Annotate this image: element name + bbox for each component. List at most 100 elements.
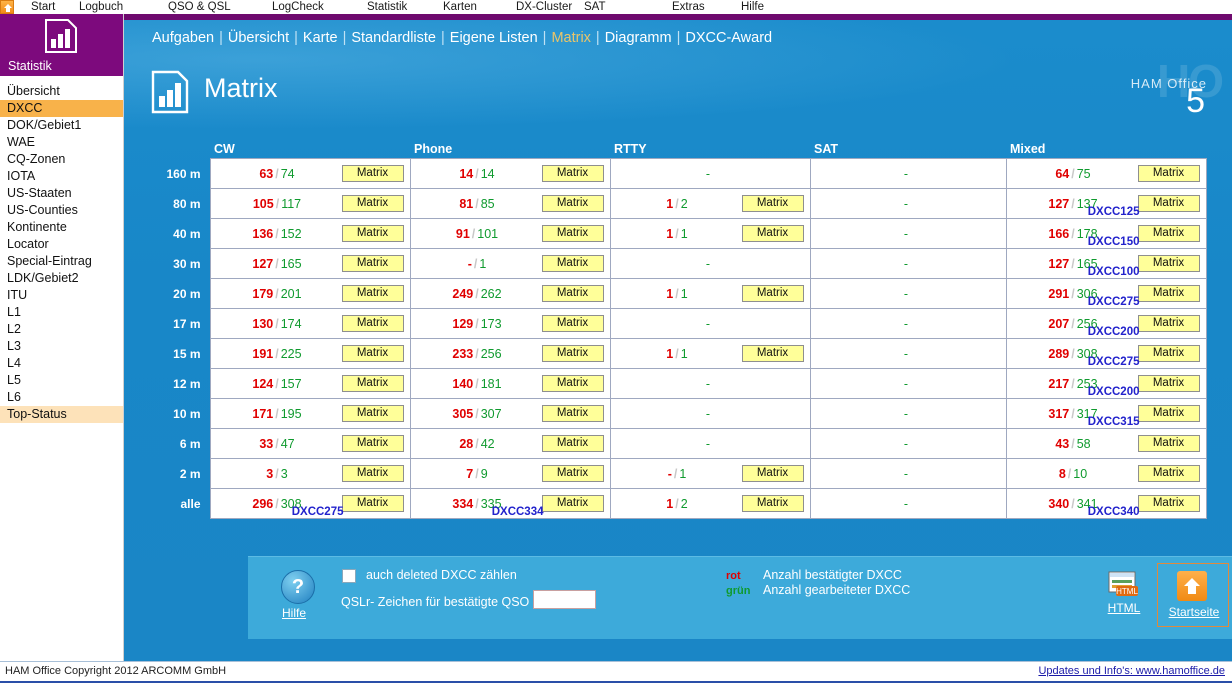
sidebar-item-wae[interactable]: WAE [0, 134, 123, 151]
menu-item-logbuch[interactable]: Logbuch [79, 0, 123, 14]
matrix-detail-button[interactable]: Matrix [1137, 375, 1200, 392]
html-export-label[interactable]: HTML [1106, 601, 1142, 615]
sidebar-item-special-eintrag[interactable]: Special-Eintrag [0, 253, 123, 270]
matrix-detail-button[interactable]: Matrix [1137, 255, 1200, 272]
menu-item-extras[interactable]: Extras [672, 0, 705, 14]
nav-link-standardliste[interactable]: Standardliste [351, 30, 436, 46]
matrix-detail-button[interactable]: Matrix [741, 225, 804, 242]
sidebar-item-bersicht[interactable]: Übersicht [0, 83, 123, 100]
sidebar-item-iota[interactable]: IOTA [0, 168, 123, 185]
matrix-detail-button[interactable]: Matrix [341, 285, 404, 302]
nav-link-bersicht[interactable]: Übersicht [228, 30, 289, 46]
matrix-detail-button[interactable]: Matrix [1137, 465, 1200, 482]
menu-item-logcheck[interactable]: LogCheck [272, 0, 324, 14]
sidebar-item-us-counties[interactable]: US-Counties [0, 202, 123, 219]
matrix-detail-button[interactable]: Matrix [541, 435, 604, 452]
matrix-detail-button[interactable]: Matrix [1137, 495, 1200, 512]
menu-item-start[interactable]: Start [31, 0, 55, 14]
matrix-value-separator: / [675, 286, 679, 301]
matrix-detail-button[interactable]: Matrix [1137, 315, 1200, 332]
matrix-detail-button[interactable]: Matrix [541, 375, 604, 392]
matrix-detail-button[interactable]: Matrix [341, 255, 404, 272]
sidebar-item-l4[interactable]: L4 [0, 355, 123, 372]
matrix-detail-button[interactable]: Matrix [341, 405, 404, 422]
nav-link-diagramm[interactable]: Diagramm [605, 30, 672, 46]
matrix-detail-button[interactable]: Matrix [741, 345, 804, 362]
matrix-detail-button[interactable]: Matrix [1137, 285, 1200, 302]
matrix-detail-button[interactable]: Matrix [341, 195, 404, 212]
matrix-detail-button[interactable]: Matrix [741, 285, 804, 302]
nav-link-dxcc-award[interactable]: DXCC-Award [685, 30, 772, 46]
qsl-char-input[interactable] [533, 590, 596, 609]
matrix-detail-button[interactable]: Matrix [1137, 405, 1200, 422]
help-label[interactable]: Hilfe [282, 606, 306, 620]
home-icon[interactable] [0, 0, 14, 14]
matrix-row-header-6m: 6 m [179, 436, 201, 451]
startseite-button[interactable]: Startseite [1157, 563, 1229, 627]
matrix-detail-button[interactable]: Matrix [741, 465, 804, 482]
matrix-cell-values: - [817, 437, 1000, 451]
matrix-detail-button[interactable]: Matrix [341, 225, 404, 242]
matrix-detail-button[interactable]: Matrix [341, 315, 404, 332]
sidebar-item-l2[interactable]: L2 [0, 321, 123, 338]
sidebar-item-us-staaten[interactable]: US-Staaten [0, 185, 123, 202]
count-deleted-dxcc-checkbox[interactable] [342, 569, 356, 583]
matrix-detail-button[interactable]: Matrix [1137, 345, 1200, 362]
menu-item-qso-qsl[interactable]: QSO & QSL [168, 0, 231, 14]
matrix-detail-button[interactable]: Matrix [341, 495, 404, 512]
menu-item-hilfe[interactable]: Hilfe [741, 0, 764, 14]
nav-link-karte[interactable]: Karte [303, 30, 338, 46]
sidebar-item-l6[interactable]: L6 [0, 389, 123, 406]
html-export-icon[interactable]: HTML [1108, 571, 1140, 597]
sidebar-item-cq-zonen[interactable]: CQ-Zonen [0, 151, 123, 168]
matrix-row: 17 m 130/174 Matrix 129/173 Matrix - -207/256 M… [152, 308, 1207, 339]
matrix-detail-button[interactable]: Matrix [541, 405, 604, 422]
matrix-detail-button[interactable]: Matrix [541, 195, 604, 212]
sidebar-item-dxcc[interactable]: DXCC [0, 100, 123, 117]
menu-item-statistik[interactable]: Statistik [367, 0, 407, 14]
sidebar-item-l5[interactable]: L5 [0, 372, 123, 389]
matrix-detail-button[interactable]: Matrix [1137, 195, 1200, 212]
sidebar-item-top-status[interactable]: Top-Status [0, 406, 123, 423]
help-question-icon[interactable]: ? [281, 570, 315, 604]
matrix-detail-button[interactable]: Matrix [1137, 435, 1200, 452]
matrix-detail-button[interactable]: Matrix [341, 345, 404, 362]
matrix-detail-button[interactable]: Matrix [341, 165, 404, 182]
nav-link-eigene-listen[interactable]: Eigene Listen [450, 30, 538, 46]
matrix-detail-button[interactable]: Matrix [741, 195, 804, 212]
matrix-worked-count: 58 [1076, 436, 1091, 451]
sidebar-item-locator[interactable]: Locator [0, 236, 123, 253]
matrix-confirmed-count: 127 [1048, 256, 1070, 271]
matrix-detail-button[interactable]: Matrix [541, 315, 604, 332]
nav-link-matrix[interactable]: Matrix [551, 30, 590, 46]
sidebar-item-ldk-gebiet2[interactable]: LDK/Gebiet2 [0, 270, 123, 287]
matrix-detail-button[interactable]: Matrix [541, 225, 604, 242]
matrix-detail-button[interactable]: Matrix [1137, 165, 1200, 182]
matrix-cell-phone-20m: 249/262 Matrix [409, 278, 611, 309]
matrix-detail-button[interactable]: Matrix [341, 375, 404, 392]
matrix-detail-button[interactable]: Matrix [1137, 225, 1200, 242]
nav-link-aufgaben[interactable]: Aufgaben [152, 30, 214, 46]
menu-item-sat[interactable]: SAT [584, 0, 606, 14]
matrix-detail-button[interactable]: Matrix [341, 465, 404, 482]
matrix-detail-button[interactable]: Matrix [341, 435, 404, 452]
updates-link[interactable]: Updates und Info's: www.hamoffice.de [1038, 665, 1225, 677]
matrix-detail-button[interactable]: Matrix [541, 285, 604, 302]
matrix-detail-button[interactable]: Matrix [541, 465, 604, 482]
matrix-detail-button[interactable]: Matrix [541, 165, 604, 182]
menu-item-dx-cluster[interactable]: DX-Cluster [516, 0, 572, 14]
sidebar-item-itu[interactable]: ITU [0, 287, 123, 304]
sidebar-item-l3[interactable]: L3 [0, 338, 123, 355]
sidebar-item-l1[interactable]: L1 [0, 304, 123, 321]
matrix-value-separator: / [675, 346, 679, 361]
matrix-value-separator: / [275, 256, 279, 271]
sidebar-item-kontinente[interactable]: Kontinente [0, 219, 123, 236]
menu-item-karten[interactable]: Karten [443, 0, 477, 14]
matrix-detail-button[interactable]: Matrix [541, 495, 604, 512]
matrix-detail-button[interactable]: Matrix [741, 495, 804, 512]
matrix-detail-button[interactable]: Matrix [541, 345, 604, 362]
matrix-row-header-20m: 20 m [173, 286, 201, 301]
matrix-detail-button[interactable]: Matrix [541, 255, 604, 272]
sidebar-item-dok-gebiet1[interactable]: DOK/Gebiet1 [0, 117, 123, 134]
matrix-row-header-10m: 10 m [173, 406, 201, 421]
